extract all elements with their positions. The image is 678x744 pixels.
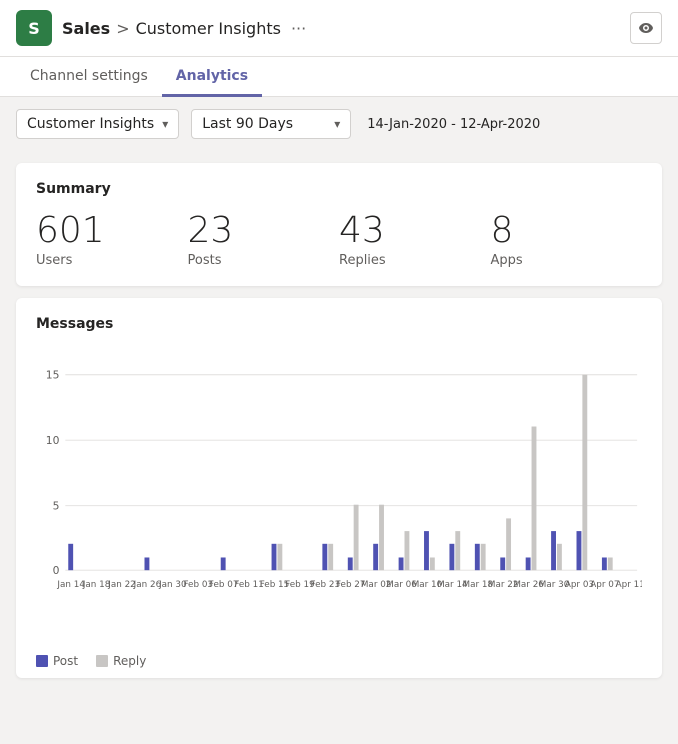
breadcrumb-sales: Sales <box>62 19 110 38</box>
svg-text:Jan 26: Jan 26 <box>133 579 162 589</box>
stat-users-value: 601 <box>36 211 188 251</box>
tab-channel-settings[interactable]: Channel settings <box>16 58 162 97</box>
svg-text:15: 15 <box>46 368 60 381</box>
messages-chart-svg: 15 10 5 0 <box>36 342 642 642</box>
chart-area: 15 10 5 0 <box>36 342 642 642</box>
legend-post-label: Post <box>53 654 78 668</box>
summary-stats: 601 Users 23 Posts 43 Replies 8 Apps <box>36 211 642 268</box>
eye-icon <box>638 20 654 36</box>
header-right <box>630 12 662 44</box>
breadcrumb-separator: > <box>116 19 129 38</box>
stat-posts: 23 Posts <box>188 211 340 268</box>
summary-title: Summary <box>36 181 642 197</box>
date-range-dropdown[interactable]: Last 90 Days ▾ <box>191 109 351 139</box>
tabs-bar: Channel settings Analytics <box>0 57 678 97</box>
stat-replies-value: 43 <box>339 211 491 251</box>
legend-reply: Reply <box>96 654 146 668</box>
header: S Sales > Customer Insights ··· <box>0 0 678 57</box>
legend-reply-color <box>96 655 108 667</box>
stat-posts-label: Posts <box>188 253 340 268</box>
chart-legend: Post Reply <box>36 650 642 668</box>
stat-posts-value: 23 <box>188 211 340 251</box>
stat-apps-label: Apps <box>491 253 643 268</box>
date-range-arrow: ▾ <box>334 117 340 131</box>
svg-text:10: 10 <box>46 434 60 447</box>
stat-replies-label: Replies <box>339 253 491 268</box>
tab-analytics[interactable]: Analytics <box>162 58 262 97</box>
svg-text:Jan 30: Jan 30 <box>158 579 187 589</box>
svg-text:Jan 14: Jan 14 <box>56 579 85 589</box>
stat-apps: 8 Apps <box>491 211 643 268</box>
stat-users: 601 Users <box>36 211 188 268</box>
filter-controls: Customer Insights ▾ Last 90 Days ▾ 14-Ja… <box>0 97 678 151</box>
messages-chart-card: Messages 15 10 5 0 <box>16 298 662 678</box>
breadcrumb-current: Customer Insights <box>136 19 281 38</box>
date-range-label: Last 90 Days <box>202 116 326 132</box>
insight-type-dropdown[interactable]: Customer Insights ▾ <box>16 109 179 139</box>
svg-text:Jan 18: Jan 18 <box>82 579 111 589</box>
summary-card: Summary 601 Users 23 Posts 43 Replies 8 … <box>16 163 662 286</box>
stat-apps-value: 8 <box>491 211 643 251</box>
view-button[interactable] <box>630 12 662 44</box>
more-options-icon[interactable]: ··· <box>291 19 306 38</box>
chart-title: Messages <box>36 316 642 332</box>
svg-text:0: 0 <box>53 564 60 577</box>
main-content: Summary 601 Users 23 Posts 43 Replies 8 … <box>0 151 678 690</box>
insight-type-label: Customer Insights <box>27 116 154 132</box>
app-icon: S <box>16 10 52 46</box>
date-range-display: 14-Jan-2020 - 12-Apr-2020 <box>367 117 540 132</box>
breadcrumb: Sales > Customer Insights ··· <box>62 19 306 38</box>
legend-post: Post <box>36 654 78 668</box>
stat-replies: 43 Replies <box>339 211 491 268</box>
legend-reply-label: Reply <box>113 654 146 668</box>
stat-users-label: Users <box>36 253 188 268</box>
svg-text:5: 5 <box>53 499 60 512</box>
legend-post-color <box>36 655 48 667</box>
insight-type-arrow: ▾ <box>162 117 168 131</box>
svg-text:Jan 22: Jan 22 <box>107 579 136 589</box>
svg-text:Apr 11: Apr 11 <box>616 579 642 589</box>
